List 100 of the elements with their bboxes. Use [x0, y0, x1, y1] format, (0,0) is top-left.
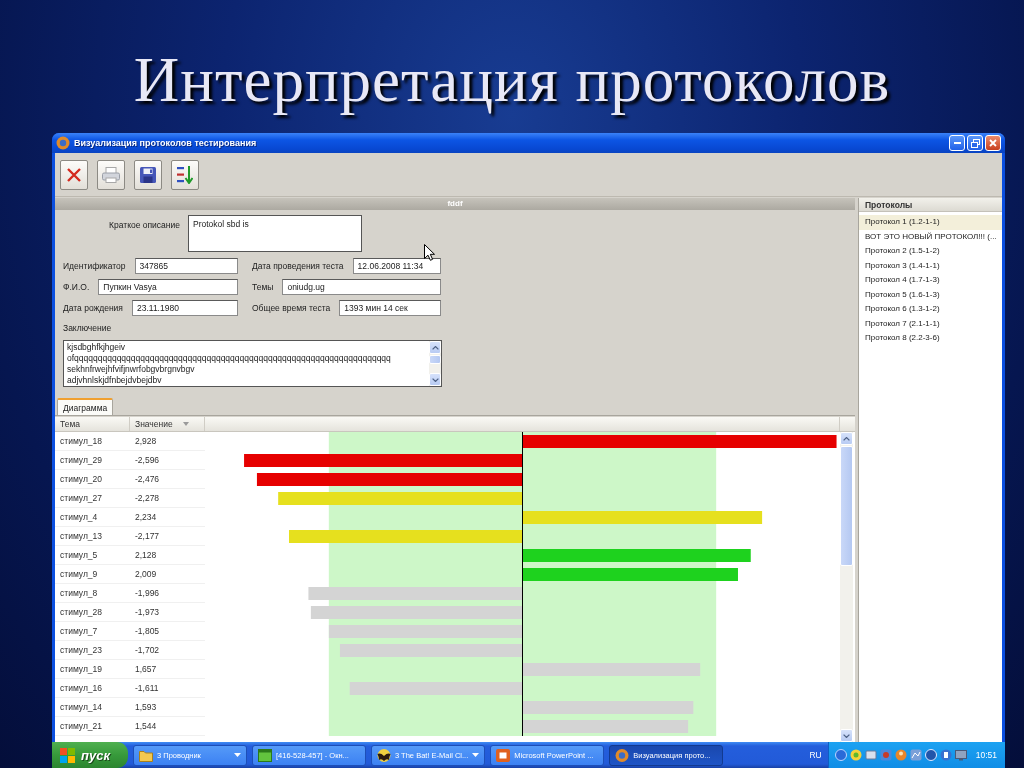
table-cell: стимул_20: [55, 470, 130, 490]
mouse-pointer-icon: [424, 244, 435, 261]
table-cell: стимул_29: [55, 451, 130, 471]
table-cell: -1,996: [130, 584, 205, 604]
close-icon: [989, 139, 997, 148]
flag-icon: [60, 747, 75, 763]
table-cell: -1,702: [130, 641, 205, 661]
sort-arrow-icon: [182, 422, 189, 427]
scrollbar-thumb[interactable]: [429, 355, 441, 365]
protocol-item[interactable]: Протокол 1 (1.2-1-1): [859, 215, 1002, 230]
sort-button[interactable]: [171, 159, 199, 190]
scrollbar-thumb[interactable]: [840, 446, 853, 567]
table-cell: -1,973: [130, 603, 205, 623]
scroll-down-button[interactable]: [840, 729, 853, 743]
chevron-down-icon: [431, 377, 439, 382]
table-cell: 2,009: [130, 565, 205, 585]
app-icon: [56, 136, 70, 151]
minimize-icon: [953, 142, 961, 145]
close-button[interactable]: [985, 135, 1001, 152]
table-cell: 1,544: [130, 717, 205, 737]
table-cell: -2,177: [130, 527, 205, 547]
slide-title: Интерпретация протоколов: [133, 44, 891, 117]
table-cell: 2,128: [130, 546, 205, 566]
text-field[interactable]: 23.11.1980: [131, 300, 238, 317]
table-cell: 1,593: [130, 698, 205, 718]
restore-icon: [970, 138, 980, 148]
table-cell: стимул_14: [55, 698, 130, 718]
tray-icon: [909, 749, 922, 762]
table-cell: -2,476: [130, 470, 205, 490]
cross-icon: [67, 167, 81, 182]
table-cell: стимул_4: [55, 508, 130, 528]
conclusion-field[interactable]: kjsdbghfkjhgeiv ofqqqqqqqqqqqqqqqqqqqqqqqqqqqqqqqqqqqqqqqqqqqqqqqqqqqqqqqqqqqqqqqqqqq sekhnfrwejhfvifjnwrfobgvbrgnvbgv adjvhnlskjdfnbejdvbejdbv: [63, 340, 442, 388]
tray-icon: [879, 749, 892, 762]
folder-icon: [139, 748, 153, 762]
field-label: Краткое описание: [108, 219, 180, 231]
scroll-up-button[interactable]: [840, 432, 853, 446]
text-field[interactable]: 1393 мин 14 сек: [339, 300, 441, 317]
protocol-item[interactable]: ВОТ ЭТО НОВЫЙ ПРОТОКОЛ!!! (...: [859, 229, 1002, 245]
tab[interactable]: Диаграмма: [57, 398, 114, 416]
table-cell: стимул_9: [55, 565, 130, 585]
table-cell: стимул_18: [55, 432, 130, 452]
field-label: Общее время теста: [252, 303, 331, 314]
table-cell: стимул_23: [55, 641, 130, 661]
field-label: Дата проведения теста: [252, 261, 344, 272]
chevron-down-icon: [843, 733, 850, 738]
language-indicator[interactable]: RU: [809, 750, 822, 761]
print-button[interactable]: [97, 159, 125, 190]
protocol-item[interactable]: Протокол 2 (1.5-1-2): [859, 244, 1002, 259]
chevron-up-icon: [843, 436, 850, 441]
tray-icon: [894, 749, 907, 762]
table-cell: стимул_28: [55, 603, 130, 623]
field-label: Темы: [252, 282, 274, 293]
text-field[interactable]: oniudg.ug: [282, 279, 441, 296]
tray-icon: [924, 749, 937, 762]
app-icon: [615, 748, 630, 762]
table-cell: стимул_7: [55, 622, 130, 642]
text-field[interactable]: Пупкин Vasya: [98, 279, 238, 296]
chevron-up-icon: [431, 345, 439, 350]
scroll-up-button[interactable]: [429, 341, 441, 355]
field-label: Идентификатор: [63, 261, 126, 272]
panel-title: Протоколы: [865, 199, 913, 210]
slide-icon: [496, 748, 511, 762]
protocol-item[interactable]: Протокол 6 (1.3-1-2): [859, 302, 1002, 317]
start-button[interactable]: пуск: [52, 742, 128, 768]
tray-icon: [954, 749, 967, 762]
field-label: Дата рождения: [63, 303, 123, 314]
restore-button[interactable]: [967, 135, 983, 152]
protocol-item[interactable]: Протокол 8 (2.2-3-6): [859, 331, 1002, 346]
table-cell: стимул_16: [55, 679, 130, 699]
window-title: Визуализация протоколов тестирования: [74, 138, 258, 149]
table-cell: стимул_13: [55, 527, 130, 547]
minimize-button[interactable]: [949, 135, 965, 152]
table-cell: -2,596: [130, 451, 205, 471]
protocol-item[interactable]: Протокол 4 (1.7-1-3): [859, 273, 1002, 288]
column-header[interactable]: Тема: [55, 417, 130, 432]
text-field[interactable]: 12.06.2008 11:34: [352, 258, 441, 275]
table-cell: стимул_19: [55, 660, 130, 680]
table-cell: -1,805: [130, 622, 205, 642]
vertical-scrollbar[interactable]: [840, 432, 853, 743]
table-cell: стимул_21: [55, 717, 130, 737]
tray-icon: [849, 749, 862, 762]
field-label: Заключение: [63, 322, 112, 335]
printer-icon: [102, 166, 120, 183]
column-header[interactable]: Значение: [130, 417, 205, 432]
tray-icon: [864, 749, 877, 762]
tray-icon: [834, 749, 847, 762]
table-cell: -1,611: [130, 679, 205, 699]
protocol-item[interactable]: Протокол 5 (1.6-1-3): [859, 287, 1002, 303]
text-field[interactable]: 347865: [134, 258, 238, 275]
save-button[interactable]: [134, 159, 162, 190]
description-field[interactable]: Protokol sbd is: [188, 215, 362, 253]
table-cell: 2,928: [130, 432, 205, 452]
delete-button[interactable]: [60, 159, 88, 190]
sort-icon: [177, 165, 193, 184]
clock: 10:51: [975, 750, 997, 761]
protocol-item[interactable]: Протокол 7 (2.1-1-1): [859, 316, 1002, 332]
scroll-down-button[interactable]: [429, 373, 441, 387]
protocol-item[interactable]: Протокол 3 (1.4-1-1): [859, 258, 1002, 274]
table-cell: 2,234: [130, 508, 205, 528]
vertical-scrollbar[interactable]: [429, 341, 441, 387]
